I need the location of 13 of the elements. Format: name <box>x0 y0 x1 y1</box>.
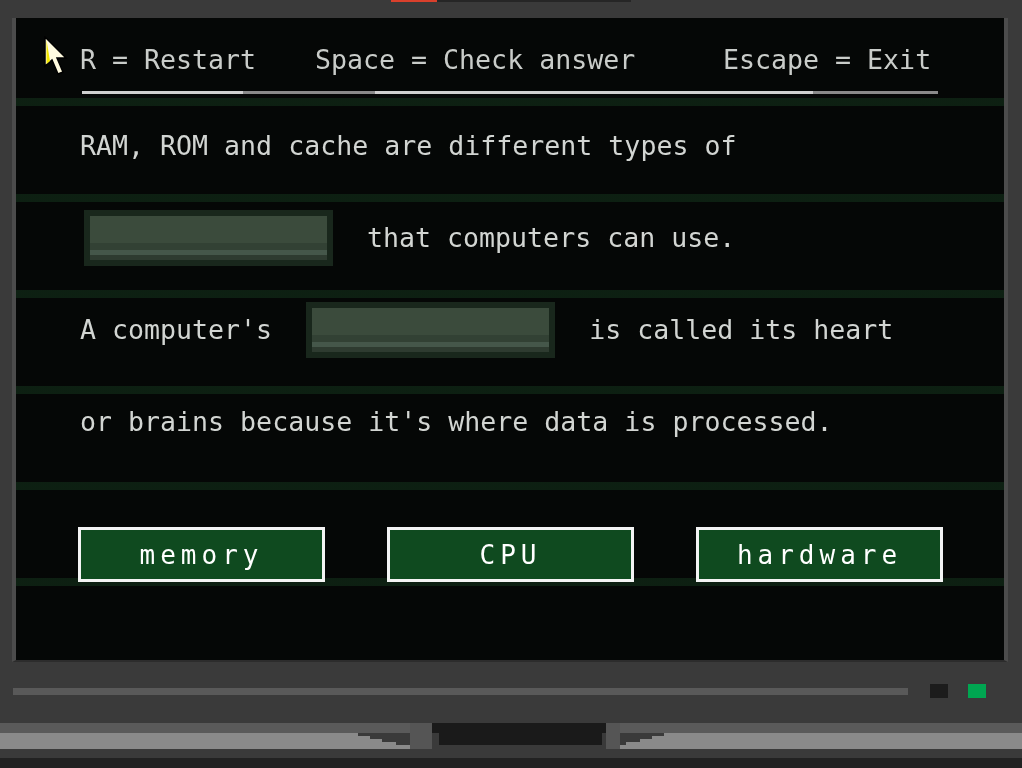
question-text: that computers can use. <box>367 224 736 252</box>
answer-box[interactable] <box>84 210 333 266</box>
key-hint: Space = Check answer <box>315 46 636 74</box>
question-text: is called its heart <box>589 316 894 344</box>
question-text: RAM, ROM and cache are different types of <box>80 132 737 160</box>
question-text: A computer's <box>80 316 273 344</box>
answer-box[interactable] <box>306 302 556 358</box>
key-hint: Escape = Exit <box>723 46 932 74</box>
question-text: or brains because it's where data is processed. <box>80 408 833 436</box>
answer-button[interactable]: CPU <box>387 527 634 582</box>
key-hint: R = Restart <box>80 46 257 74</box>
answer-button[interactable]: hardware <box>696 527 943 582</box>
answer-button[interactable]: memory <box>78 527 325 582</box>
